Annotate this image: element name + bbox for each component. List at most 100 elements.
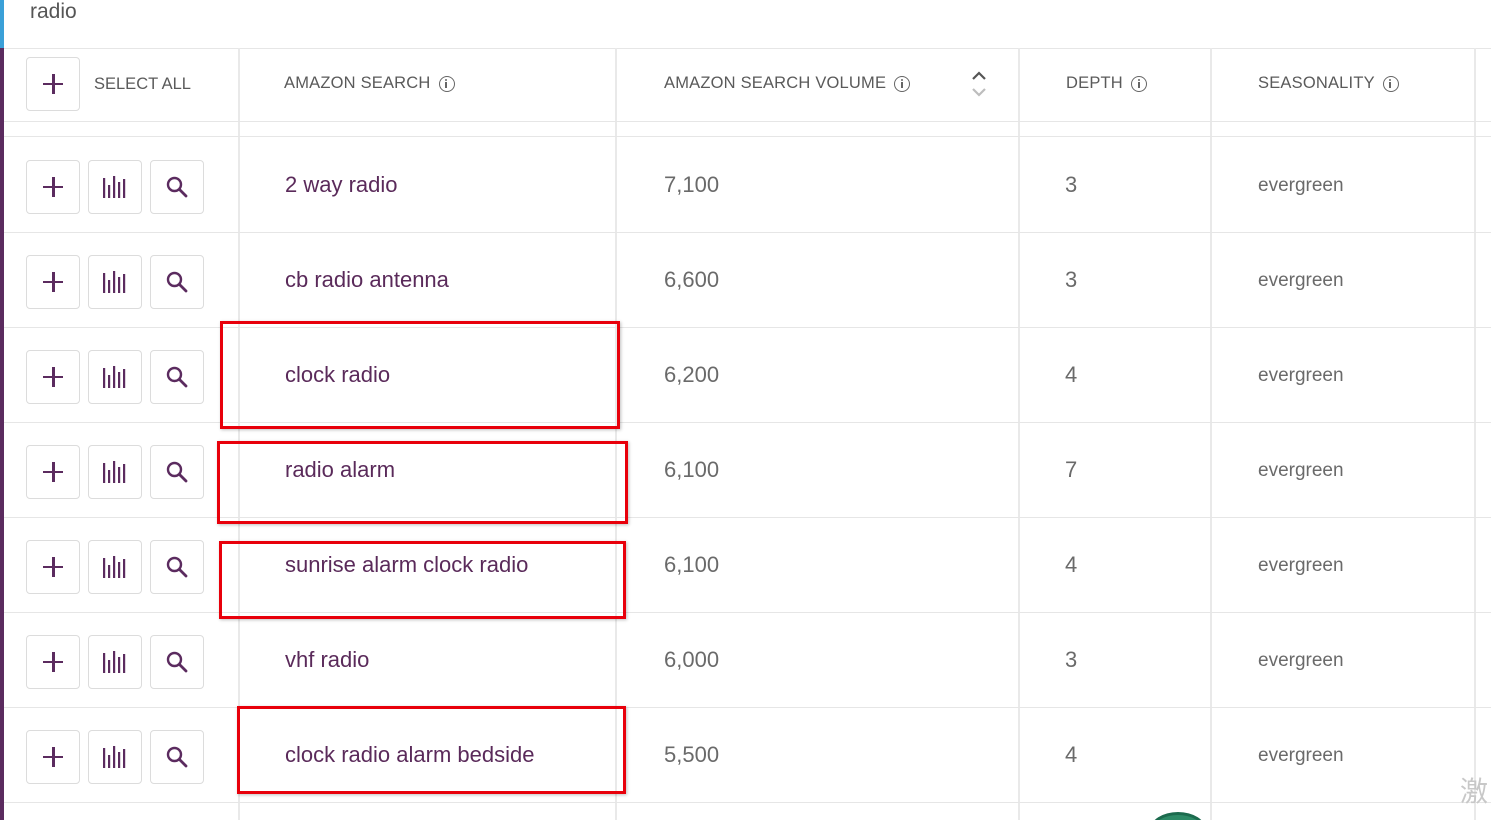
magnifier-icon [166,556,188,578]
plus-icon [43,74,63,94]
keyword-cell[interactable]: 2 way radio [285,172,398,198]
search-keyword-button[interactable] [150,540,204,594]
chart-button[interactable] [88,540,142,594]
search-keyword-button[interactable] [150,445,204,499]
search-bar [0,0,1491,49]
volume-cell: 6,000 [664,647,720,672]
plus-icon [43,272,63,292]
column-divider [238,48,240,820]
watermark-text: 激 [1460,775,1489,808]
highlight-box [217,441,628,524]
chart-button[interactable] [88,730,142,784]
add-keyword-button[interactable] [26,730,80,784]
bar-chart-icon [103,746,126,768]
chart-button[interactable] [88,255,142,309]
depth-cell: 4 [1065,362,1078,387]
bar-chart-icon [103,651,126,673]
bar-chart-icon [103,556,126,578]
search-keyword-button[interactable] [150,350,204,404]
seasonality-cell: evergreen [1258,175,1344,196]
info-icon[interactable] [894,75,911,92]
seasonality-cell: evergreen [1258,555,1344,576]
select-all-add-button[interactable] [26,57,80,111]
info-icon[interactable] [1130,75,1147,92]
magnifier-icon [166,746,188,768]
chart-button[interactable] [88,350,142,404]
column-divider [1210,48,1212,820]
depth-cell: 4 [1065,552,1078,577]
depth-cell: 3 [1065,267,1078,292]
plus-icon [43,367,63,387]
depth-cell: 7 [1065,457,1078,482]
bar-chart-icon [103,366,126,388]
search-keyword-button[interactable] [150,635,204,689]
search-keyword-button[interactable] [150,255,204,309]
highlight-box [220,321,620,429]
info-icon[interactable] [1382,75,1399,92]
plus-icon [43,557,63,577]
info-icon[interactable] [438,75,455,92]
table-left-accent [0,48,4,820]
seasonality-cell: evergreen [1258,365,1344,386]
chart-button[interactable] [88,160,142,214]
header-seasonality[interactable]: SEASONALITY [1258,74,1399,93]
add-keyword-button[interactable] [26,635,80,689]
header-divider [4,136,1491,137]
column-divider [615,48,617,820]
header-depth[interactable]: DEPTH [1066,74,1147,93]
volume-cell: 6,200 [664,362,720,387]
magnifier-icon [166,461,188,483]
row-divider [4,802,1491,803]
column-divider [1474,48,1476,820]
column-divider [1018,48,1020,820]
depth-cell: 3 [1065,172,1078,197]
depth-cell: 3 [1065,647,1078,672]
highlight-box [219,541,626,619]
add-keyword-button[interactable] [26,350,80,404]
header-amazon-search[interactable]: AMAZON SEARCH [284,74,455,93]
header-divider [4,121,1491,122]
seasonality-cell: evergreen [1258,270,1344,291]
sort-icon[interactable] [970,70,988,98]
plus-icon [43,652,63,672]
magnifier-icon [166,271,188,293]
seasonality-cell: evergreen [1258,745,1344,766]
add-keyword-button[interactable] [26,540,80,594]
header-seasonality-label: SEASONALITY [1258,74,1375,92]
volume-cell: 6,100 [664,457,720,482]
volume-cell: 6,600 [664,267,720,292]
volume-cell: 7,100 [664,172,720,197]
plus-icon [43,462,63,482]
seasonality-cell: evergreen [1258,460,1344,481]
add-keyword-button[interactable] [26,160,80,214]
search-input[interactable] [26,0,630,28]
magnifier-icon [166,651,188,673]
bar-chart-icon [103,176,126,198]
highlight-box [237,706,626,794]
search-keyword-button[interactable] [150,730,204,784]
header-amazon-search-label: AMAZON SEARCH [284,74,431,92]
chart-button[interactable] [88,635,142,689]
add-keyword-button[interactable] [26,445,80,499]
volume-cell: 6,100 [664,552,720,577]
plus-icon [43,177,63,197]
depth-cell: 4 [1065,742,1078,767]
search-keyword-button[interactable] [150,160,204,214]
select-all-label[interactable]: SELECT ALL [94,75,191,94]
bar-chart-icon [103,271,126,293]
magnifier-icon [166,176,188,198]
plus-icon [43,747,63,767]
keyword-cell[interactable]: cb radio antenna [285,267,449,293]
row-divider [4,707,1491,708]
keyword-results-page: SELECT ALL AMAZON SEARCH AMAZON SEARCH V… [0,0,1491,820]
bar-chart-icon [103,461,126,483]
keyword-cell[interactable]: vhf radio [285,647,369,673]
row-divider [4,232,1491,233]
chart-button[interactable] [88,445,142,499]
magnifier-icon [166,366,188,388]
seasonality-cell: evergreen [1258,650,1344,671]
add-keyword-button[interactable] [26,255,80,309]
header-search-volume[interactable]: AMAZON SEARCH VOLUME [664,74,911,93]
header-depth-label: DEPTH [1066,74,1123,92]
header-search-volume-label: AMAZON SEARCH VOLUME [664,74,887,92]
